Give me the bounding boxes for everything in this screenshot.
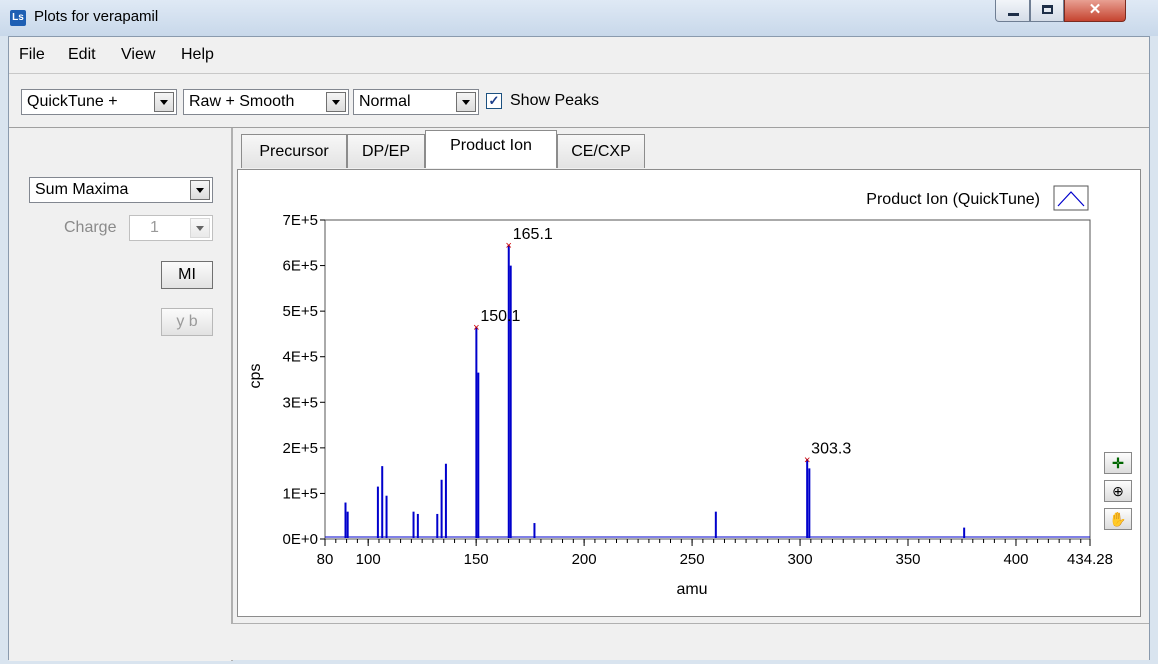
window-title: Plots for verapamil	[34, 8, 159, 25]
tab-product-ion[interactable]: Product Ion	[425, 130, 557, 168]
y-tick-label: 5E+5	[283, 303, 318, 320]
chevron-down-icon[interactable]	[190, 218, 210, 238]
chevron-down-icon[interactable]	[326, 92, 346, 112]
show-peaks-label: Show Peaks	[510, 92, 599, 109]
yb-button[interactable]: y b	[161, 308, 213, 336]
plot-frame	[324, 219, 1091, 540]
mode-select-value: QuickTune +	[27, 93, 118, 110]
charge-select[interactable]: 1	[129, 215, 213, 241]
charge-label: Charge	[64, 219, 117, 236]
plot-panel: Product Ion (QuickTune) 0E+0 1E+5 2E+5 3E+5…	[237, 169, 1141, 617]
spectrum-chart[interactable]: Product Ion (QuickTune) 0E+0 1E+5 2E+5 3E+5…	[238, 170, 1140, 616]
pan-tool-button[interactable]: ✋	[1104, 508, 1132, 530]
panel-divider	[231, 128, 233, 661]
data-type-select-value: Raw + Smooth	[189, 93, 295, 110]
close-icon: ✕	[1088, 1, 1102, 18]
client-area: File Edit View Help QuickTune + Raw + Sm…	[8, 36, 1150, 661]
x-axis-title: amu	[676, 581, 707, 598]
menu-file[interactable]: File	[19, 46, 45, 64]
y-tick-label: 4E+5	[283, 349, 318, 366]
status-bar	[231, 623, 1149, 660]
zoom-tool-button[interactable]: ⊕	[1104, 480, 1132, 502]
x-tick-label: 150	[464, 551, 489, 568]
mi-button[interactable]: MI	[161, 261, 213, 289]
x-tick-label: 350	[895, 551, 920, 568]
tab-dp-ep[interactable]: DP/EP	[347, 134, 425, 168]
menu-bar: File Edit View Help	[9, 37, 1149, 74]
y-tick-label: 2E+5	[283, 440, 318, 457]
zoom-icon: ⊕	[1112, 483, 1124, 499]
y-tick-label: 7E+5	[283, 212, 318, 229]
mode-select[interactable]: QuickTune +	[21, 89, 177, 115]
peak-label: 165.1	[513, 226, 553, 243]
plot-area: 0E+0 1E+5 2E+5 3E+5 4E+5 5E+5 6E+5 7E+5 80 100 150…	[283, 212, 1113, 568]
peak-marker: ×	[506, 240, 512, 252]
y-tick-label: 0E+0	[283, 531, 318, 548]
scale-select-value: Normal	[359, 93, 411, 110]
chevron-down-icon[interactable]	[456, 92, 476, 112]
x-tick-label: 80	[317, 551, 334, 568]
x-tick-label: 250	[680, 551, 705, 568]
minimize-button[interactable]	[995, 0, 1030, 22]
app-window: Ls Plots for verapamil ✕ File Edit View …	[0, 0, 1158, 664]
chevron-down-icon[interactable]	[190, 180, 210, 200]
legend-swatch	[1053, 185, 1089, 211]
peak-label: 303.3	[811, 440, 851, 457]
crosshair-tool-button[interactable]: ✛	[1104, 452, 1132, 474]
maximize-button[interactable]	[1030, 0, 1064, 22]
x-tick-label: 300	[788, 551, 813, 568]
crosshair-icon: ✛	[1112, 455, 1124, 471]
menu-edit[interactable]: Edit	[68, 46, 96, 64]
restore-icon	[1042, 5, 1053, 14]
show-peaks-checkbox[interactable]: ✓	[486, 93, 502, 109]
app-icon: Ls	[10, 10, 26, 26]
title-bar[interactable]: Ls Plots for verapamil ✕	[0, 0, 1158, 36]
tab-precursor[interactable]: Precursor	[241, 134, 347, 168]
peak-marker: ×	[473, 322, 479, 334]
y-axis-title: cps	[247, 364, 264, 389]
left-panel: Sum Maxima Charge 1 MI y b	[9, 128, 231, 661]
y-tick-label: 3E+5	[283, 394, 318, 411]
y-tick-label: 6E+5	[283, 258, 318, 275]
x-tick-label: 400	[1003, 551, 1028, 568]
x-tick-label: 200	[572, 551, 597, 568]
chevron-down-icon[interactable]	[154, 92, 174, 112]
peak-marker: ×	[804, 454, 810, 466]
scale-select[interactable]: Normal	[353, 89, 479, 115]
sum-mode-select-value: Sum Maxima	[35, 181, 129, 198]
peak-label: 150.1	[480, 308, 520, 325]
checkmark-icon: ✓	[488, 93, 500, 108]
close-button[interactable]: ✕	[1064, 0, 1126, 22]
tab-ce-cxp[interactable]: CE/CXP	[557, 134, 645, 168]
x-tick-label: 434.28	[1067, 551, 1113, 568]
legend-label: Product Ion (QuickTune)	[866, 191, 1040, 208]
minimize-icon	[1008, 13, 1019, 16]
x-tick-label: 100	[356, 551, 381, 568]
y-tick-label: 1E+5	[283, 485, 318, 502]
data-type-select[interactable]: Raw + Smooth	[183, 89, 349, 115]
sum-mode-select[interactable]: Sum Maxima	[29, 177, 213, 203]
charge-select-value: 1	[150, 219, 159, 236]
menu-help[interactable]: Help	[181, 46, 214, 64]
pan-hand-icon: ✋	[1109, 511, 1127, 527]
menu-view[interactable]: View	[121, 46, 155, 64]
